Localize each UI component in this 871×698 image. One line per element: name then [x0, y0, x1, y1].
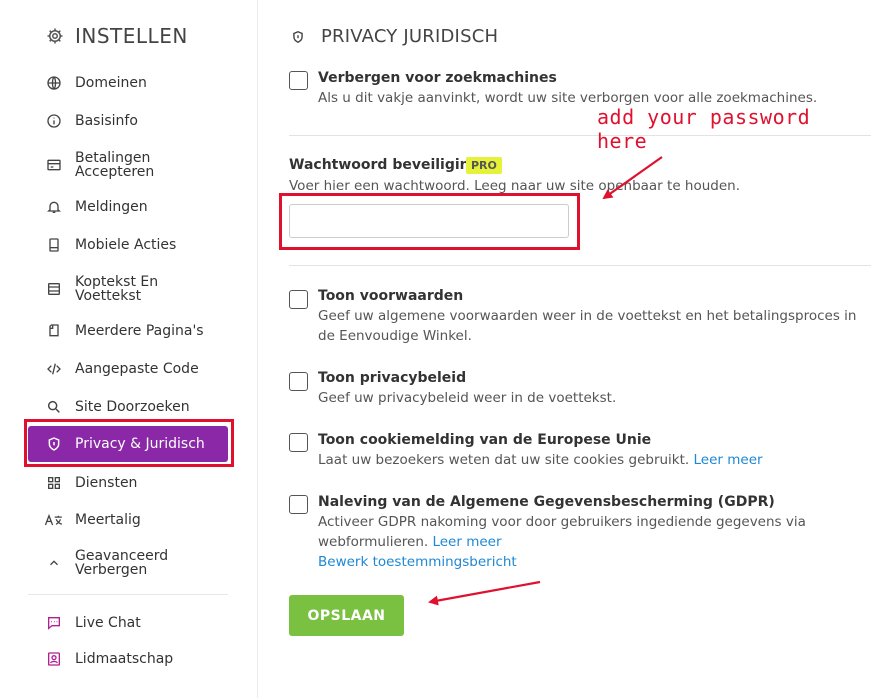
sidebar-item-label: Meertalig — [75, 512, 141, 528]
arrow-to-save — [428, 580, 541, 606]
sidebar-item-label: Geavanceerd Verbergen — [75, 548, 169, 578]
sidebar-divider — [28, 594, 228, 595]
sidebar-item-meerdere-paginas[interactable]: Meerdere Pagina's — [28, 321, 228, 341]
highlight-box — [24, 419, 234, 467]
mobile-icon — [44, 235, 64, 255]
sidebar-item-label: Site Doorzoeken — [75, 399, 190, 415]
sidebar-item-basisinfo[interactable]: Basisinfo — [28, 111, 228, 131]
info-icon — [44, 111, 64, 131]
cookie-learn-more-link[interactable]: Leer meer — [694, 452, 763, 468]
gdpr-desc: webformulieren. — [318, 534, 429, 550]
sidebar-item-label: Betalingen Accepteren — [75, 150, 155, 180]
terms-desc: Geef uw algemene voorwaarden weer in de … — [318, 308, 857, 344]
chevron-up-icon — [44, 553, 64, 573]
sidebar-item-site-doorzoeken[interactable]: Site Doorzoeken — [28, 397, 228, 417]
header-footer-icon — [44, 279, 64, 299]
pages-icon — [44, 321, 64, 341]
sidebar-item-label: Live Chat — [75, 615, 141, 631]
translate-icon — [44, 510, 64, 530]
sidebar-item-label: Lidmaatschap — [75, 651, 174, 667]
sidebar-item-label: Koptekst En Voettekst — [75, 274, 159, 304]
gdpr-title: Naleving van de Algemene Gegevensbescher… — [318, 494, 775, 510]
page-header: PRIVACY JURIDISCH — [291, 26, 498, 47]
shield-icon — [291, 28, 307, 46]
gdpr-desc-line1: Activeer GDPR nakoming voor door gebruik… — [318, 514, 806, 530]
gdpr-learn-more-link[interactable]: Leer meer — [432, 534, 501, 550]
cookie-checkbox[interactable] — [289, 433, 308, 452]
settings-sidebar: INSTELLEN Domeinen Basisinfo Betalingen … — [0, 0, 258, 698]
sidebar-item-koptekst[interactable]: Koptekst En Voettekst — [28, 274, 228, 304]
sidebar-item-label: Mobiele Acties — [75, 237, 177, 253]
gear-icon — [45, 26, 65, 46]
divider — [289, 265, 871, 266]
privacy-policy-checkbox[interactable] — [289, 372, 308, 391]
save-button[interactable]: OPSLAAN — [289, 595, 404, 636]
password-desc: Voer hier een wachtwoord. Leeg naar uw s… — [289, 178, 741, 194]
search-icon — [44, 397, 64, 417]
cookie-desc: Laat uw bezoekers weten dat uw site cook… — [318, 452, 690, 468]
sidebar-item-domeinen[interactable]: Domeinen — [28, 73, 228, 93]
sidebar-item-label: Aangepaste Code — [75, 361, 199, 377]
sidebar-item-meldingen[interactable]: Meldingen — [28, 197, 228, 217]
password-label: Wachtwoord beveiliging — [289, 157, 480, 173]
globe-icon — [44, 73, 64, 93]
hide-search-title: Verbergen voor zoekmachines — [318, 70, 557, 86]
sidebar-item-aangepaste-code[interactable]: Aangepaste Code — [28, 359, 228, 379]
sidebar-item-diensten[interactable]: Diensten — [28, 473, 228, 493]
sidebar-item-label: Domeinen — [75, 75, 147, 91]
grid-icon — [44, 473, 64, 493]
cookie-title: Toon cookiemelding van de Europese Unie — [318, 432, 652, 448]
bell-icon — [44, 197, 64, 217]
sidebar-title: INSTELLEN — [75, 24, 188, 48]
sidebar-item-label: Meldingen — [75, 199, 148, 215]
sidebar-item-label: Diensten — [75, 475, 138, 491]
sidebar-header: INSTELLEN — [45, 24, 188, 48]
sidebar-item-lidmaatschap[interactable]: Lidmaatschap — [28, 649, 228, 669]
sidebar-item-geavanceerd[interactable]: Geavanceerd Verbergen — [28, 548, 228, 578]
password-input[interactable] — [289, 204, 569, 238]
sidebar-item-label: Basisinfo — [75, 113, 138, 129]
page-title: PRIVACY JURIDISCH — [321, 26, 499, 47]
sidebar-item-betalingen[interactable]: Betalingen Accepteren — [28, 150, 228, 180]
payment-icon — [44, 155, 64, 175]
terms-checkbox[interactable] — [289, 290, 308, 309]
sidebar-item-label: Meerdere Pagina's — [75, 323, 204, 339]
terms-title: Toon voorwaarden — [318, 288, 464, 304]
gdpr-desc-line2: webformulieren. Leer meer — [318, 532, 502, 552]
gdpr-checkbox[interactable] — [289, 495, 308, 514]
chat-icon — [44, 613, 64, 633]
annotation-text: add your password here — [597, 105, 811, 153]
privacy-policy-desc: Geef uw privacybeleid weer in de voettek… — [318, 390, 617, 406]
sidebar-item-meertalig[interactable]: Meertalig — [28, 510, 228, 530]
code-icon — [44, 359, 64, 379]
sidebar-item-mobiele-acties[interactable]: Mobiele Acties — [28, 235, 228, 255]
sidebar-item-live-chat[interactable]: Live Chat — [28, 613, 228, 633]
privacy-policy-title: Toon privacybeleid — [318, 370, 467, 386]
edit-consent-message-link[interactable]: Bewerk toestemmingsbericht — [318, 552, 517, 572]
pro-badge: PRO — [466, 157, 502, 174]
cookie-desc-line: Laat uw bezoekers weten dat uw site cook… — [318, 450, 763, 470]
membership-icon — [44, 649, 64, 669]
hide-search-checkbox[interactable] — [289, 71, 308, 90]
